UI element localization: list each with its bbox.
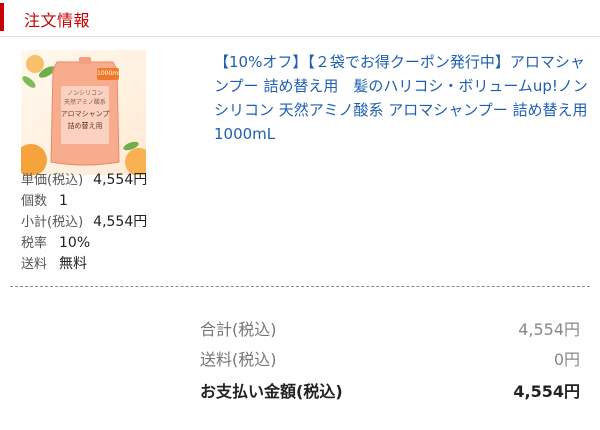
product-image-line2: 天然アミノ酸系 [64, 99, 106, 106]
detail-row-shipping: 送料 無料 [21, 254, 87, 274]
product-image[interactable]: 1000mL ノンシリコン 天然アミノ酸系 アロマシャンプー 詰め替え用 [21, 50, 146, 175]
summary-shipping: 送料(税込) 0円 [200, 348, 580, 372]
quantity-label: 個数 [21, 194, 48, 209]
quantity-value: 1 [59, 193, 68, 209]
section-header: 注文情報 [0, 0, 600, 40]
item-subtotal-value: 4,554円 [93, 214, 148, 230]
tax-rate-value: 10% [59, 235, 91, 251]
header-divider [0, 36, 600, 37]
item-subtotal-label: 小計(税込) [21, 215, 84, 230]
summary-subtotal: 合計(税込) 4,554円 [200, 318, 580, 342]
tax-rate-label: 税率 [21, 236, 48, 251]
detail-row-unit-price: 単価(税込) 4,554円 [21, 170, 147, 190]
summary-total-value: 4,554円 [513, 382, 580, 401]
order-info-page: 注文情報 1000mL ノンシリコン 天然アミノ酸系 アロマシャンプー 詰め替え… [0, 0, 600, 430]
summary-shipping-label: 送料(税込) [200, 350, 277, 369]
detail-row-subtotal: 小計(税込) 4,554円 [21, 212, 147, 232]
summary-subtotal-value: 4,554円 [518, 320, 580, 339]
summary-total-label: お支払い金額(税込) [200, 382, 343, 401]
unit-price-label: 単価(税込) [21, 173, 84, 188]
product-image-badge-text: 1000mL [97, 70, 122, 77]
unit-price-value: 4,554円 [93, 172, 148, 188]
summary-subtotal-label: 合計(税込) [200, 320, 277, 339]
product-image-line1: ノンシリコン [66, 90, 103, 97]
product-image-line4: 詰め替え用 [67, 122, 103, 130]
item-shipping-value: 無料 [59, 256, 87, 272]
detail-row-quantity: 個数 1 [21, 191, 68, 211]
item-shipping-label: 送料 [21, 257, 48, 272]
summary-total: お支払い金額(税込) 4,554円 [200, 380, 580, 404]
detail-row-tax-rate: 税率 10% [21, 233, 90, 253]
summary-shipping-value: 0円 [553, 350, 580, 369]
product-title-link[interactable]: 【10%オフ】【２袋でお得クーポン発行中】アロマシャンプー 詰め替え用 髪のハリ… [214, 50, 594, 146]
summary-divider [10, 286, 590, 287]
section-accent-bar [0, 3, 4, 31]
section-title: 注文情報 [24, 11, 91, 30]
